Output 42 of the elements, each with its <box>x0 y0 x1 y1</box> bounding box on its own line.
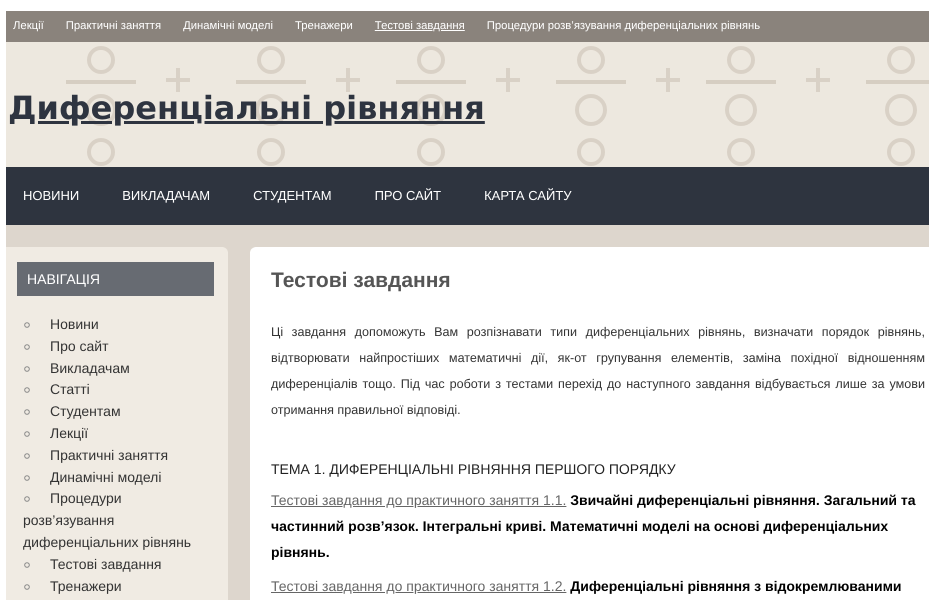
top-menu-link[interactable]: Лекції <box>13 18 44 35</box>
bullet-icon <box>24 474 30 481</box>
top-menu-link[interactable]: Процедури розв’язування диференціальних рівнянь <box>486 18 760 35</box>
test-entry: Тестові завдання до практичного заняття 1.2. Диференціальні рівняння з відокремлюваними <box>271 577 903 596</box>
sidebar-link[interactable]: Студентам <box>23 401 214 423</box>
top-menu-link[interactable]: Динамічні моделі <box>183 18 273 35</box>
bullet-icon <box>24 496 30 502</box>
main-nav-link[interactable]: КАРТА САЙТУ <box>484 186 572 206</box>
sidebar-link[interactable]: Тренажери <box>23 576 214 598</box>
bullet-icon <box>24 322 30 328</box>
test-entry: Тестові завдання до практичного заняття 1.1. Звичайні диференціальні рівняння. Загальний та частинний розв’язок. Інтегральні криві. Математичні моделі на основі диференціальних рівнянь. <box>271 491 917 562</box>
site-title[interactable]: Диференціальні рівняння <box>8 86 485 130</box>
bullet-icon <box>24 584 30 590</box>
sidebar-link[interactable]: Новини <box>23 314 214 336</box>
sidebar-link[interactable]: Процедури розв’язування диференціальних рівнянь <box>23 488 214 554</box>
test-link[interactable]: Тестові завдання до практичного заняття 1.2. <box>271 578 566 594</box>
topic-heading: ТЕМА 1. ДИФЕРЕНЦІАЛЬНІ РІВНЯННЯ ПЕРШОГО ПОРЯДКУ <box>271 460 677 479</box>
sidebar-heading: НАВІГАЦІЯ <box>17 262 214 296</box>
test-link[interactable]: Тестові завдання до практичного заняття 1.1. <box>271 492 566 508</box>
sidebar-link[interactable]: Про сайт <box>23 336 214 358</box>
top-menu-link[interactable]: Тренажери <box>295 18 353 35</box>
sidebar-link[interactable]: Викладачам <box>23 358 214 380</box>
bullet-icon <box>24 452 30 459</box>
sidebar-link[interactable]: Статті <box>23 379 214 402</box>
top-menu-link[interactable]: Тестові завдання <box>374 18 465 35</box>
sidebar-link[interactable]: Тестові завдання <box>23 554 214 576</box>
top-menu-link[interactable]: Практичні заняття <box>66 18 162 35</box>
bullet-icon <box>24 366 30 372</box>
bullet-icon <box>24 344 30 350</box>
bullet-icon <box>24 562 30 568</box>
sidebar-link[interactable]: Практичні заняття <box>23 444 214 467</box>
main-nav-link[interactable]: СТУДЕНТАМ <box>253 186 332 206</box>
main-nav-link[interactable]: НОВИНИ <box>23 186 80 206</box>
main-nav-link[interactable]: ПРО САЙТ <box>374 186 442 206</box>
bullet-icon <box>24 387 30 394</box>
page-heading: Тестові завдання <box>271 268 452 294</box>
sidebar-link[interactable]: Лекції <box>23 422 214 445</box>
intro-paragraph: Ці завдання допоможуть Вам розпізнавати типи диференціальних рівнянь, визначати порядок рівнянь, відтворювати найпростіших математичні дії, як-от групування елементів, заміна похідної відношенням диференціалів тощо. Під час роботи з тестами перехід до наступного завдання відбувається лише за умови отримання правильної відповіді. <box>271 324 925 419</box>
sidebar-link[interactable]: Динамічні моделі <box>23 466 214 488</box>
main-nav-link[interactable]: ВИКЛАДАЧАМ <box>122 186 210 206</box>
bullet-icon <box>24 409 30 416</box>
bullet-icon <box>24 430 30 437</box>
